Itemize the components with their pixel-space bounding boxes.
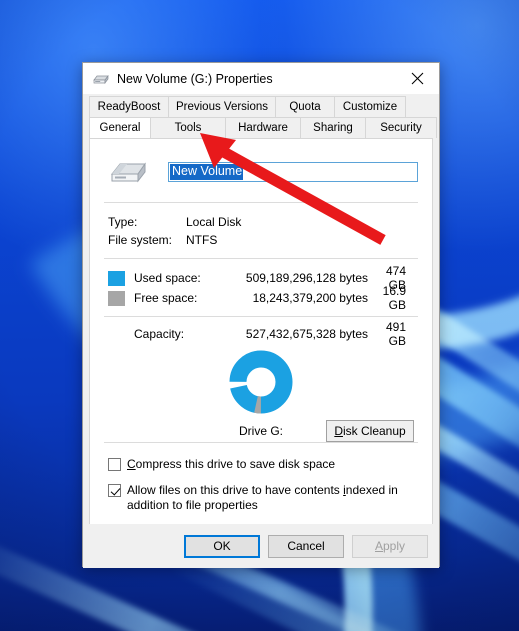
capacity-gb: 491 GB xyxy=(385,320,406,348)
ok-button[interactable]: OK xyxy=(184,534,260,558)
capacity-block: Capacity: 527,432,675,328 bytes 491 GB xyxy=(104,317,418,348)
tab-previous-versions-label: Previous Versions xyxy=(175,101,269,113)
tab-security[interactable]: Security xyxy=(365,117,437,138)
tab-quota[interactable]: Quota xyxy=(275,96,335,117)
disk-cleanup-label: isk Cleanup xyxy=(342,424,406,438)
disk-cleanup-button[interactable]: Disk Cleanup xyxy=(326,420,414,442)
index-contents-checkbox[interactable] xyxy=(108,484,121,497)
tab-hardware[interactable]: Hardware xyxy=(225,117,301,138)
capacity-row: Capacity: 527,432,675,328 bytes 491 GB xyxy=(108,320,418,348)
volume-name-input[interactable]: New Volume xyxy=(168,162,418,182)
tab-quota-label: Quota xyxy=(289,101,321,113)
tab-security-label: Security xyxy=(380,122,422,134)
file-system-row: File system: NTFS xyxy=(104,229,418,247)
used-space-swatch-icon xyxy=(108,270,125,286)
drive-type-label: Type: xyxy=(108,215,138,229)
free-space-row: Free space: 18,243,379,200 bytes 16.9 GB xyxy=(108,284,418,312)
drive-type-value: Local Disk xyxy=(186,215,242,229)
apply-button: Apply xyxy=(352,534,428,558)
space-usage-block: Used space: 509,189,296,128 bytes 474 GB… xyxy=(104,259,418,316)
disk-usage-donut-chart xyxy=(229,350,293,414)
free-space-swatch-icon xyxy=(108,290,125,306)
file-system-value: NTFS xyxy=(186,233,218,247)
tab-previous-versions[interactable]: Previous Versions xyxy=(168,96,276,117)
index-contents-label: Allow files on this drive to have conten… xyxy=(127,483,418,513)
tab-tools-label: Tools xyxy=(174,122,202,134)
compress-rest: ompress this drive to save disk space xyxy=(135,457,336,471)
tab-readyboost[interactable]: ReadyBoost xyxy=(89,96,169,117)
donut-used-arc xyxy=(229,350,293,414)
free-space-label: Free space: xyxy=(134,291,198,305)
drive-properties-dialog: New Volume (G:) Properties ReadyBoost Pr… xyxy=(82,62,440,568)
tab-readyboost-label: ReadyBoost xyxy=(97,101,161,113)
compress-drive-checkbox[interactable] xyxy=(108,458,121,471)
options-checkbox-group: Compress this drive to save disk space A… xyxy=(104,443,418,513)
hard-drive-icon-large xyxy=(110,162,146,183)
index-pre: Allow files on this drive to have conten… xyxy=(127,483,344,497)
hard-drive-icon xyxy=(93,74,109,84)
compress-accel: C xyxy=(127,457,136,471)
close-x-glyph xyxy=(411,72,423,85)
used-space-bytes: 509,189,296,128 bytes xyxy=(245,271,368,285)
tab-sharing-label: Sharing xyxy=(313,122,353,134)
dialog-title: New Volume (G:) Properties xyxy=(117,71,273,86)
tab-hardware-label: Hardware xyxy=(238,122,288,134)
capacity-bytes: 527,432,675,328 bytes xyxy=(245,327,368,341)
close-icon[interactable] xyxy=(395,63,439,94)
dialog-titlebar: New Volume (G:) Properties xyxy=(83,63,439,94)
cancel-button[interactable]: Cancel xyxy=(268,534,344,558)
compress-drive-row[interactable]: Compress this drive to save disk space xyxy=(108,457,418,472)
free-space-gb: 16.9 GB xyxy=(382,284,406,312)
disk-cleanup-accel: D xyxy=(334,424,343,438)
tab-strip: ReadyBoost Previous Versions Quota Custo… xyxy=(83,94,439,138)
volume-name-row: New Volume xyxy=(104,139,418,202)
drive-info-block: Type: Local Disk File system: NTFS xyxy=(104,203,418,258)
tab-sharing[interactable]: Sharing xyxy=(300,117,366,138)
used-space-label: Used space: xyxy=(134,271,201,285)
cancel-button-label: Cancel xyxy=(287,539,325,553)
tab-tools[interactable]: Tools xyxy=(150,117,226,138)
apply-accel: A xyxy=(374,539,383,553)
ok-button-label: OK xyxy=(213,539,231,553)
tab-customize-label: Customize xyxy=(342,101,398,113)
capacity-label: Capacity: xyxy=(134,327,185,341)
drive-type-row: Type: Local Disk xyxy=(104,211,418,229)
tab-row-secondary: ReadyBoost Previous Versions Quota Custo… xyxy=(83,96,439,117)
compress-drive-label: Compress this drive to save disk space xyxy=(127,457,335,472)
apply-button-label: pply xyxy=(383,539,406,553)
disk-usage-chart-area: Drive G: Disk Cleanup xyxy=(104,350,418,442)
tab-row-primary: General Tools Hardware Sharing Security xyxy=(83,117,439,138)
tab-general[interactable]: General xyxy=(89,117,151,138)
free-space-bytes: 18,243,379,200 bytes xyxy=(252,291,368,305)
index-contents-row[interactable]: Allow files on this drive to have conten… xyxy=(108,483,418,513)
tab-general-label: General xyxy=(99,122,141,134)
dialog-footer: OK Cancel Apply xyxy=(83,524,439,568)
tab-customize[interactable]: Customize xyxy=(334,96,406,117)
file-system-label: File system: xyxy=(108,233,173,247)
general-tab-page: New Volume Type: Local Disk File system:… xyxy=(89,138,433,524)
volume-name-value: New Volume xyxy=(170,164,244,180)
